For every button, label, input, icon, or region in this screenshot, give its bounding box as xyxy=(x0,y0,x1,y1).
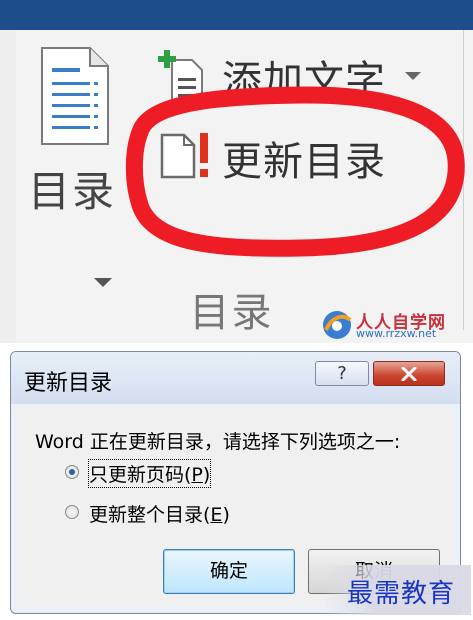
radio-button-checked[interactable] xyxy=(65,465,79,479)
close-icon xyxy=(401,367,417,381)
option-label: 更新整个目录(E) xyxy=(89,504,230,526)
radio-button[interactable] xyxy=(65,505,79,519)
brand-watermark-text: 最需教育 xyxy=(347,579,456,609)
dialog-message: Word 正在更新目录，请选择下列选项之一: xyxy=(35,431,401,453)
ribbon-panel: 目录 添加文字 更新目录 目录 人人自学网 www.rrzxw.net xyxy=(0,0,473,343)
site-logo-icon xyxy=(323,311,352,339)
close-button[interactable] xyxy=(373,361,445,386)
ok-button[interactable]: 确定 xyxy=(163,549,295,594)
dialog-title: 更新目录 xyxy=(24,371,113,396)
help-button[interactable]: ? xyxy=(315,361,369,386)
option-label: 只更新页码(P) xyxy=(87,459,212,488)
dialog-title-bar[interactable]: 更新目录 ? xyxy=(11,352,460,404)
site-watermark: 人人自学网 www.rrzxw.net xyxy=(320,308,466,342)
brand-watermark: 最需教育 xyxy=(323,565,471,615)
site-watermark-url: www.rrzxw.net xyxy=(356,327,437,340)
